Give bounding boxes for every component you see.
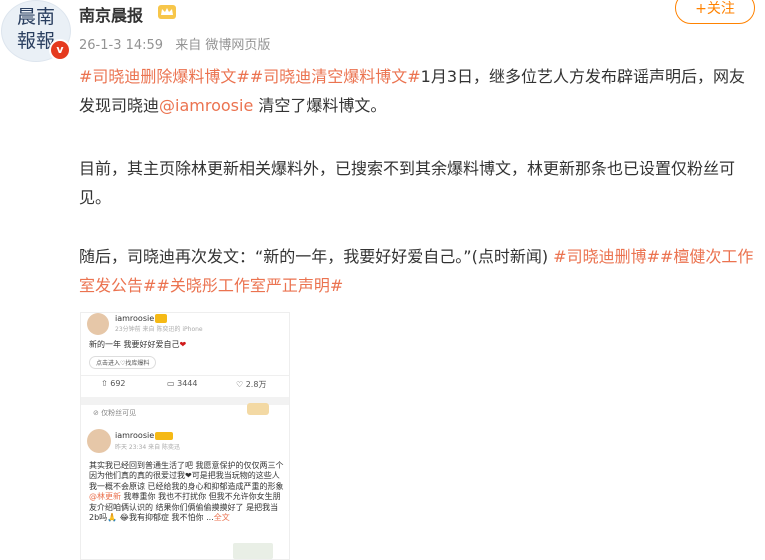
hashtag-link[interactable]: #司晓迪删除爆料博文# bbox=[79, 67, 250, 86]
embedded-avatar bbox=[87, 429, 111, 453]
hashtag-link[interactable]: #关晓彤工作室严正声明# bbox=[156, 276, 343, 295]
embedded-meta: 昨天 23:34 来自 陈奕迅 bbox=[115, 444, 181, 451]
embedded-meta: 23分钟前 来自 陈奕迅的 iPhone bbox=[115, 326, 203, 333]
embedded-post: 新的一年 我要好好爱自己❤ bbox=[89, 340, 187, 349]
embedded-like-count: ♡ 2.8万 bbox=[236, 380, 267, 389]
hashtag-link[interactable]: #司晓迪删博# bbox=[553, 247, 660, 266]
embedded-repost-count: ⇧ 692 bbox=[101, 379, 126, 388]
mention-link[interactable]: @iamroosie bbox=[159, 96, 253, 115]
crown-icon bbox=[155, 314, 167, 323]
post-meta: 26-1-3 14:59 来自 微博网页版 bbox=[79, 34, 278, 53]
verified-badge-icon: v bbox=[49, 39, 71, 61]
embedded-chip: 点击进入♡找库爆料 bbox=[89, 356, 157, 369]
embedded-name: iamroosie bbox=[115, 314, 155, 323]
post-paragraph-1: #司晓迪删除爆料博文##司晓迪清空爆料博文#1月3日，继多位艺人方发布辟谣声明后… bbox=[79, 62, 755, 120]
post-text: 清空了爆料博文。 bbox=[253, 96, 387, 115]
embedded-image-thumbnail bbox=[233, 543, 273, 559]
crown-icon bbox=[155, 432, 173, 440]
post-timestamp[interactable]: 26-1-3 14:59 bbox=[79, 38, 163, 53]
hashtag-link[interactable]: #司晓迪清空爆料博文# bbox=[250, 67, 421, 86]
account-name[interactable]: 南京晨报 bbox=[79, 2, 143, 26]
embedded-name: iamroosie bbox=[115, 431, 155, 440]
embedded-body: 其实我已经回到普通生活了吧 我愿意保护的仅仅两三个 因为他们真的真的很爱过我❤可… bbox=[89, 461, 284, 523]
embedded-screenshot-image[interactable]: iamroosie 23分钟前 来自 陈奕迅的 iPhone 新的一年 我要好好… bbox=[80, 312, 290, 560]
embedded-fans-only: ⊘ 仅粉丝可见 bbox=[93, 409, 137, 417]
post-text: 随后，司晓迪再次发文：“新的一年，我要好好爱自己。”(点时新闻) bbox=[79, 247, 554, 266]
heart-icon: ❤ bbox=[179, 340, 187, 349]
sticker-icon bbox=[247, 403, 269, 415]
post-paragraph-2: 目前，其主页除林更新相关爆料外，已搜索不到其余爆料博文，林更新那条也已设置仅粉丝… bbox=[79, 159, 736, 207]
post-paragraph-3: 随后，司晓迪再次发文：“新的一年，我要好好爱自己。”(点时新闻) #司晓迪删博#… bbox=[79, 242, 755, 300]
post-source: 来自 微博网页版 bbox=[175, 38, 271, 53]
embedded-avatar bbox=[87, 313, 109, 335]
divider bbox=[81, 375, 289, 376]
embedded-comment-count: ▭ 3444 bbox=[167, 379, 198, 388]
crown-icon bbox=[158, 5, 176, 19]
follow-button[interactable]: +关注 bbox=[675, 0, 755, 24]
